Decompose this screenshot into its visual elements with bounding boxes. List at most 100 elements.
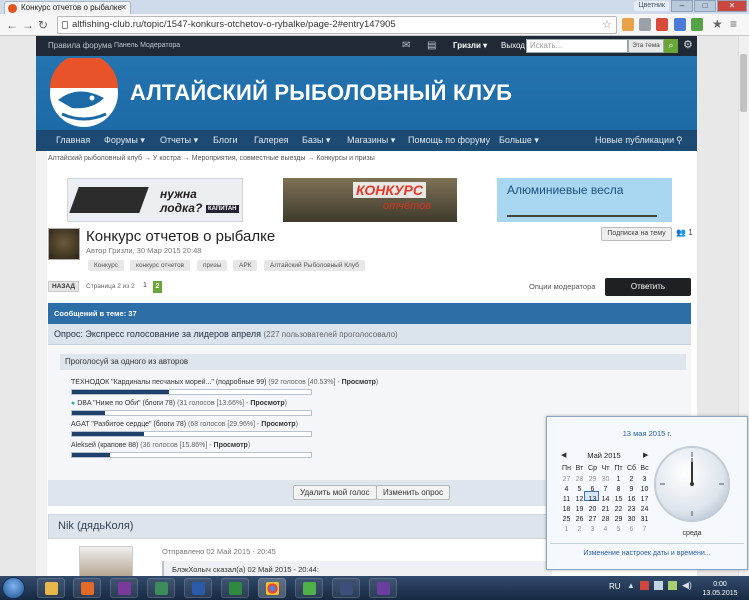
- moderator-options-link[interactable]: Опции модератора: [529, 282, 595, 291]
- nav-shops[interactable]: Магазины ▾: [347, 130, 395, 151]
- calendar-day[interactable]: 27: [560, 476, 573, 483]
- extension-green-icon[interactable]: [691, 18, 703, 31]
- view-voters-link[interactable]: Просмотр: [342, 379, 376, 386]
- calendar-date-link[interactable]: 13 мая 2015 г.: [546, 429, 748, 438]
- calendar-day[interactable]: 8: [612, 486, 625, 493]
- breadcrumb-item[interactable]: Конкурсы и призы: [316, 155, 374, 162]
- browser-tab[interactable]: Конкурс отчетов о рыбалке ✕: [4, 1, 131, 14]
- reply-button[interactable]: Ответить: [605, 278, 691, 296]
- search-icon[interactable]: ⌕: [664, 39, 678, 53]
- extension-home-icon[interactable]: [622, 18, 634, 31]
- calendar-day[interactable]: 1: [612, 476, 625, 483]
- taskbar-network[interactable]: [147, 578, 175, 598]
- back-arrow-icon[interactable]: ←: [6, 17, 18, 33]
- rules-link[interactable]: Правила форума: [48, 36, 112, 56]
- nav-forums[interactable]: Форумы ▾: [104, 130, 145, 151]
- location-pin-icon[interactable]: ⚲: [676, 130, 683, 151]
- ad-banner-boat[interactable]: нужна лодка? КАПИТАН: [67, 178, 243, 222]
- calendar-day[interactable]: 6: [586, 486, 599, 493]
- close-window-icon[interactable]: ✕: [717, 0, 747, 12]
- taskbar-vs[interactable]: [369, 578, 397, 598]
- address-bar[interactable]: altfishing-club.ru/topic/1547-konkurs-ot…: [57, 16, 617, 34]
- calendar-day[interactable]: 7: [638, 526, 651, 533]
- taskbar-excel[interactable]: [221, 578, 249, 598]
- edit-poll-button[interactable]: Изменить опрос: [376, 485, 450, 500]
- delete-vote-button[interactable]: Удалить мой голос: [293, 485, 377, 500]
- tag[interactable]: конкурс отчетов: [130, 260, 191, 271]
- tray-battery-icon[interactable]: [668, 581, 677, 590]
- calendar-day[interactable]: 29: [586, 476, 599, 483]
- calendar-day[interactable]: 18: [560, 506, 573, 513]
- calendar-day[interactable]: 16: [625, 496, 638, 503]
- calendar-day[interactable]: 11: [560, 496, 573, 503]
- logout-link[interactable]: Выход: [501, 36, 525, 56]
- calendar-day[interactable]: 13: [586, 496, 599, 503]
- tag[interactable]: АРК: [233, 260, 258, 271]
- taskbar-explorer[interactable]: [37, 578, 65, 598]
- notifications-icon[interactable]: ▤: [427, 36, 436, 56]
- tag[interactable]: Конкурс: [88, 260, 124, 271]
- tag[interactable]: призы: [197, 260, 228, 271]
- calendar-day[interactable]: 28: [573, 476, 586, 483]
- back-button[interactable]: НАЗАД: [48, 281, 80, 292]
- calendar-day[interactable]: 12: [573, 496, 586, 503]
- calendar-day[interactable]: 7: [599, 486, 612, 493]
- tray-network-icon[interactable]: [654, 581, 663, 590]
- reload-icon[interactable]: ↻: [38, 17, 48, 33]
- view-voters-link[interactable]: Просмотр: [250, 400, 284, 407]
- author-photo[interactable]: [79, 546, 133, 579]
- taskbar-save-app[interactable]: [110, 578, 138, 598]
- calendar-day[interactable]: 20: [586, 506, 599, 513]
- gear-icon[interactable]: ⚙: [683, 38, 693, 51]
- calendar-day[interactable]: 4: [599, 526, 612, 533]
- language-indicator[interactable]: RU: [609, 582, 621, 591]
- calendar-day[interactable]: 28: [599, 516, 612, 523]
- breadcrumb-item[interactable]: Алтайский рыболовный клуб: [48, 155, 142, 162]
- calendar-day[interactable]: 14: [599, 496, 612, 503]
- calendar-day[interactable]: 4: [560, 486, 573, 493]
- taskbar-media-player[interactable]: [73, 578, 101, 598]
- close-tab-icon[interactable]: ✕: [120, 2, 127, 14]
- calendar-day[interactable]: 5: [573, 486, 586, 493]
- maximize-icon[interactable]: □: [694, 0, 716, 12]
- taskbar-chrome[interactable]: [258, 578, 286, 598]
- scrollbar-thumb[interactable]: [740, 54, 747, 112]
- calendar-day[interactable]: 15: [612, 496, 625, 503]
- calendar-day[interactable]: 26: [573, 516, 586, 523]
- tray-flag-icon[interactable]: [640, 581, 649, 590]
- calendar-day[interactable]: 27: [586, 516, 599, 523]
- change-datetime-link[interactable]: Изменение настроек даты и времени...: [546, 550, 748, 557]
- nav-help[interactable]: Помощь по форуму: [408, 130, 490, 151]
- tray-up-icon[interactable]: ▲: [627, 581, 635, 590]
- club-logo-icon[interactable]: [48, 58, 120, 128]
- calendar-day[interactable]: 2: [573, 526, 586, 533]
- taskbar-mail[interactable]: [295, 578, 323, 598]
- extension-badge-icon[interactable]: [656, 18, 668, 31]
- search-scope-select[interactable]: Эта тема: [628, 39, 664, 53]
- search-input[interactable]: Искать...: [526, 39, 628, 53]
- messages-icon[interactable]: ✉: [402, 36, 410, 56]
- calendar-day[interactable]: 5: [612, 526, 625, 533]
- calendar-day[interactable]: 2: [625, 476, 638, 483]
- nav-blogs[interactable]: Блоги: [213, 130, 237, 151]
- calendar-day[interactable]: 31: [638, 516, 651, 523]
- extension-translate-icon[interactable]: [674, 18, 686, 31]
- start-button[interactable]: [2, 577, 25, 599]
- calendar-day[interactable]: 9: [625, 486, 638, 493]
- nav-gallery[interactable]: Галерея: [254, 130, 289, 151]
- nav-new-posts[interactable]: Новые публикации: [595, 130, 674, 151]
- profile-chip[interactable]: Цветник: [634, 1, 669, 11]
- author-avatar[interactable]: [48, 228, 80, 260]
- breadcrumb-item[interactable]: Мероприятия, совместные выезды: [192, 155, 306, 162]
- view-voters-link[interactable]: Просмотр: [261, 421, 295, 428]
- calendar-day[interactable]: 23: [625, 506, 638, 513]
- system-clock[interactable]: 0:00 13.05.2015: [700, 580, 740, 598]
- nav-more[interactable]: Больше ▾: [499, 130, 539, 151]
- bookmark-star-icon[interactable]: ☆: [602, 17, 612, 33]
- calendar-day[interactable]: 21: [599, 506, 612, 513]
- star-menu-icon[interactable]: ★: [712, 16, 723, 32]
- breadcrumb-item[interactable]: У костра: [153, 155, 181, 162]
- ad-banner-contest[interactable]: КОНКУРС отчётов: [283, 178, 457, 222]
- calendar-day[interactable]: 29: [612, 516, 625, 523]
- calendar-day[interactable]: 6: [625, 526, 638, 533]
